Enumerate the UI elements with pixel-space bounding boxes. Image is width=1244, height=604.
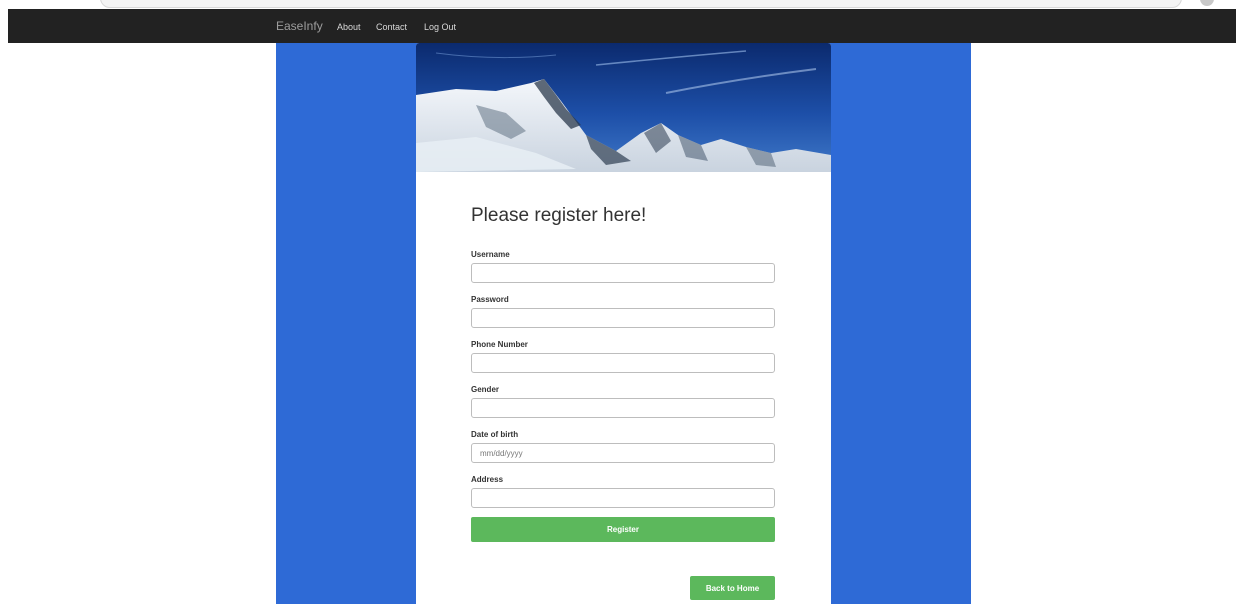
- address-bar[interactable]: [100, 0, 1182, 8]
- register-button[interactable]: Register: [471, 517, 775, 542]
- gender-label: Gender: [471, 385, 500, 394]
- password-input[interactable]: [471, 308, 775, 328]
- nav-link-about[interactable]: About: [337, 9, 361, 43]
- page-title: Please register here!: [471, 205, 647, 226]
- username-input[interactable]: [471, 263, 775, 283]
- nav-link-contact[interactable]: Contact: [376, 9, 407, 43]
- date-of-birth-label: Date of birth: [471, 430, 519, 439]
- address-label: Address: [471, 475, 504, 484]
- page: EaseInfy About Contact Log Out Please re…: [0, 0, 1244, 604]
- nav-link-logout[interactable]: Log Out: [424, 9, 456, 43]
- username-label: Username: [471, 250, 510, 259]
- top-navbar: EaseInfy About Contact Log Out: [8, 9, 1236, 43]
- browser-chrome: [0, 0, 1244, 9]
- hero-image: [416, 43, 831, 172]
- date-of-birth-input[interactable]: [471, 443, 775, 463]
- password-label: Password: [471, 295, 509, 304]
- back-to-home-button[interactable]: Back to Home: [690, 576, 775, 600]
- browser-menu-icon[interactable]: [1200, 0, 1214, 6]
- phone-number-label: Phone Number: [471, 340, 528, 349]
- gender-input[interactable]: [471, 398, 775, 418]
- address-input[interactable]: [471, 488, 775, 508]
- navbar-brand[interactable]: EaseInfy: [276, 9, 323, 43]
- registration-card: Please register here! Username Password …: [416, 43, 831, 604]
- mountain-image: [416, 43, 831, 172]
- phone-number-input[interactable]: [471, 353, 775, 373]
